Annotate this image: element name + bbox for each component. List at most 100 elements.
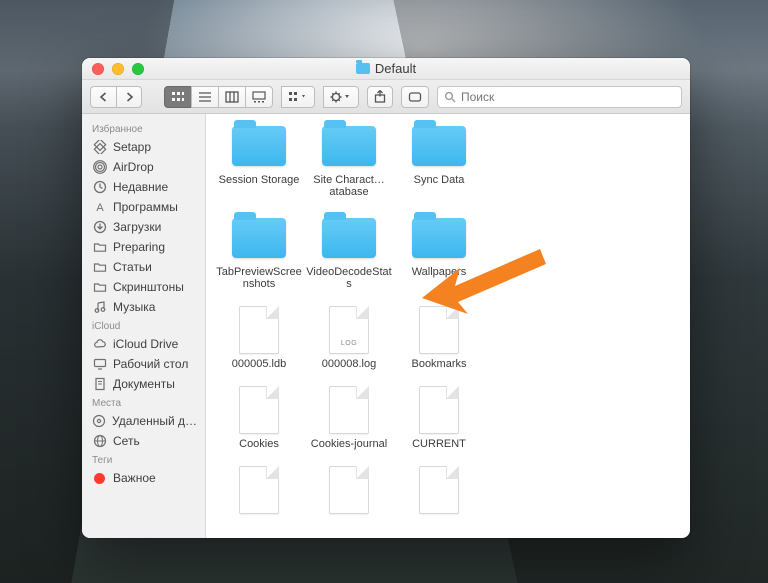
- back-button[interactable]: [90, 86, 116, 108]
- nav-buttons: [90, 86, 142, 108]
- file-icon: [419, 466, 459, 514]
- sidebar-item[interactable]: iCloud Drive: [82, 334, 205, 354]
- group-button[interactable]: [281, 86, 315, 108]
- file-item[interactable]: 000005.ldb: [216, 306, 302, 370]
- titlebar[interactable]: Default: [82, 58, 690, 80]
- sidebar-item-label: Программы: [113, 200, 178, 214]
- sidebar-item[interactable]: Setapp: [82, 137, 205, 157]
- file-icon: [239, 386, 279, 434]
- close-button[interactable]: [92, 63, 104, 75]
- sidebar-header: iCloud: [82, 317, 205, 334]
- folder-icon: [412, 218, 466, 258]
- sidebar-item-label: Рабочий стол: [113, 357, 188, 371]
- music-icon: [92, 300, 107, 315]
- file-item[interactable]: [306, 466, 392, 518]
- item-label: 000005.ldb: [232, 358, 286, 370]
- sidebar-item[interactable]: Документы: [82, 374, 205, 394]
- sidebar-item[interactable]: Рабочий стол: [82, 354, 205, 374]
- folder-item[interactable]: Wallpapers: [396, 214, 482, 290]
- item-label: CURRENT: [412, 438, 466, 450]
- icon-view-button[interactable]: [164, 86, 191, 108]
- search-field[interactable]: [437, 86, 682, 108]
- file-item[interactable]: [216, 466, 302, 518]
- remote-icon: [92, 414, 106, 429]
- clock-icon: [92, 180, 107, 195]
- folder-icon: [232, 126, 286, 166]
- sidebar-item[interactable]: Недавние: [82, 177, 205, 197]
- airdrop-icon: [92, 160, 107, 175]
- item-label: Cookies: [239, 438, 279, 450]
- folder-icon: [356, 63, 370, 74]
- sidebar-header: Места: [82, 394, 205, 411]
- list-view-button[interactable]: [191, 86, 218, 108]
- sidebar-item[interactable]: Preparing: [82, 237, 205, 257]
- finder-window: Default: [82, 58, 690, 538]
- folder-icon: [412, 126, 466, 166]
- folder-icon: [92, 280, 107, 295]
- sidebar-item-label: Статьи: [113, 260, 152, 274]
- file-item[interactable]: [396, 466, 482, 518]
- window-body: Избранное Setapp AirDropНедавние A Программы…: [82, 114, 690, 538]
- file-item[interactable]: Cookies-journal: [306, 386, 392, 450]
- zoom-button[interactable]: [132, 63, 144, 75]
- file-item[interactable]: Cookies: [216, 386, 302, 450]
- file-icon: [239, 306, 279, 354]
- folder-item[interactable]: Session Storage: [216, 122, 302, 198]
- file-icon: [329, 466, 369, 514]
- sidebar-header: Теги: [82, 451, 205, 468]
- desktop-background: Default: [0, 0, 768, 583]
- file-icon: LOG: [329, 306, 369, 354]
- sidebar-item[interactable]: Загрузки: [82, 217, 205, 237]
- svg-text:A: A: [96, 202, 104, 214]
- sidebar-item-label: Setapp: [113, 140, 151, 154]
- desktop-icon: [92, 357, 107, 372]
- item-label: Site Charact…atabase: [306, 174, 392, 198]
- item-label: TabPreviewScreenshots: [216, 266, 302, 290]
- documents-icon: [92, 377, 107, 392]
- sidebar-item-label: Загрузки: [113, 220, 161, 234]
- sidebar-item[interactable]: AirDrop: [82, 157, 205, 177]
- folder-item[interactable]: VideoDecodeStats: [306, 214, 392, 290]
- item-label: Cookies-journal: [311, 438, 387, 450]
- sidebar-item[interactable]: Сеть: [82, 431, 205, 451]
- file-item[interactable]: CURRENT: [396, 386, 482, 450]
- gallery-view-button[interactable]: [245, 86, 273, 108]
- file-icon: [239, 466, 279, 514]
- share-button[interactable]: [367, 86, 393, 108]
- item-label: Sync Data: [414, 174, 465, 186]
- content-area[interactable]: Session Storage Site Charact…atabase Sync …: [206, 114, 690, 538]
- action-button[interactable]: [323, 86, 359, 108]
- sidebar-item[interactable]: Скринштоны: [82, 277, 205, 297]
- sidebar-item[interactable]: Статьи: [82, 257, 205, 277]
- sidebar-item[interactable]: Музыка: [82, 297, 205, 317]
- toolbar: [82, 80, 690, 114]
- forward-button[interactable]: [116, 86, 142, 108]
- network-icon: [92, 434, 107, 449]
- sidebar-item-label: Документы: [113, 377, 175, 391]
- column-view-button[interactable]: [218, 86, 245, 108]
- sidebar-item-label: Скринштоны: [113, 280, 184, 294]
- window-title-text: Default: [375, 61, 416, 76]
- tags-button[interactable]: [401, 86, 429, 108]
- folder-item[interactable]: Sync Data: [396, 122, 482, 198]
- minimize-button[interactable]: [112, 63, 124, 75]
- apps-icon: A: [92, 200, 107, 215]
- sidebar-item-label: Музыка: [113, 300, 155, 314]
- downloads-icon: [92, 220, 107, 235]
- sidebar-item[interactable]: A Программы: [82, 197, 205, 217]
- tag-red-icon: [92, 471, 107, 486]
- sidebar-item[interactable]: Важное: [82, 468, 205, 488]
- file-item[interactable]: Bookmarks: [396, 306, 482, 370]
- search-input[interactable]: [461, 90, 675, 104]
- item-label: VideoDecodeStats: [306, 266, 392, 290]
- folder-item[interactable]: TabPreviewScreenshots: [216, 214, 302, 290]
- folder-icon: [322, 218, 376, 258]
- folder-item[interactable]: Site Charact…atabase: [306, 122, 392, 198]
- sidebar-item-label: Важное: [113, 471, 156, 485]
- item-label: Session Storage: [219, 174, 300, 186]
- file-item[interactable]: LOG000008.log: [306, 306, 392, 370]
- file-icon: [329, 386, 369, 434]
- window-controls: [92, 63, 144, 75]
- sidebar-header: Избранное: [82, 120, 205, 137]
- sidebar-item[interactable]: Удаленный д…: [82, 411, 205, 431]
